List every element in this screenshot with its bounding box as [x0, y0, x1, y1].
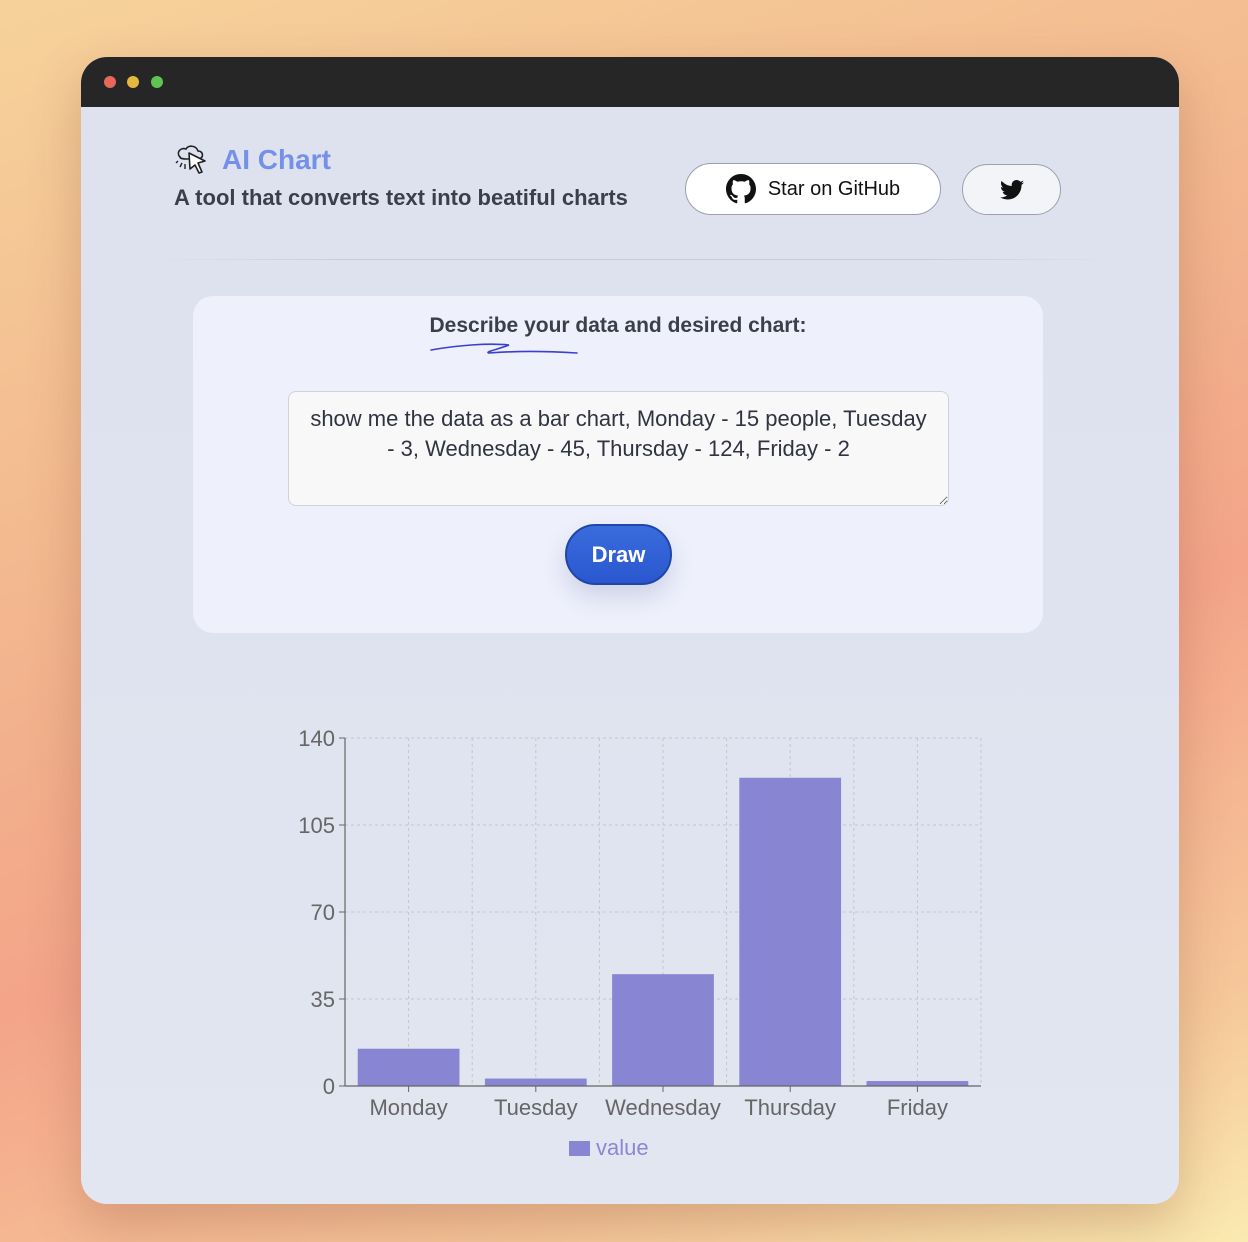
- chart-legend[interactable]: value: [569, 1135, 649, 1161]
- prompt-label: Describe your data and desired chart:: [429, 314, 807, 337]
- app-tagline: A tool that converts text into beatiful …: [174, 185, 628, 210]
- bar-friday: [866, 1081, 969, 1086]
- bar-chart: 0 35 70 105 140 Monday Tuesday Wednesday Thursda…: [298, 727, 982, 1120]
- squiggle-underline-icon: [430, 343, 578, 354]
- app-title: AI Chart: [222, 144, 331, 175]
- minimize-window-button[interactable]: [127, 76, 139, 88]
- twitter-icon: [999, 179, 1024, 199]
- y-tick-label: 0: [323, 1074, 335, 1099]
- x-tick-label: Wednesday: [605, 1095, 721, 1120]
- prompt-textarea[interactable]: show me the data as a bar chart, Monday …: [288, 391, 949, 506]
- y-tick-label: 35: [311, 987, 335, 1012]
- github-icon: [725, 174, 756, 204]
- legend-swatch: [569, 1140, 590, 1156]
- app-window: AI Chart A tool that converts text into …: [81, 57, 1179, 1204]
- x-tick-label: Thursday: [744, 1095, 836, 1120]
- maximize-window-button[interactable]: [151, 76, 163, 88]
- logo-icon: [175, 145, 206, 174]
- bar-tuesday: [484, 1078, 587, 1086]
- draw-button[interactable]: Draw: [565, 524, 672, 585]
- bar-thursday: [739, 777, 842, 1086]
- prompt-card: Describe your data and desired chart: sh…: [193, 296, 1043, 633]
- x-tick-label: Monday: [369, 1095, 447, 1120]
- legend-label: value: [596, 1135, 649, 1160]
- y-tick-label: 70: [311, 900, 335, 925]
- y-tick-label: 140: [298, 727, 335, 751]
- x-tick-label: Tuesday: [494, 1095, 578, 1120]
- window-titlebar: [81, 57, 1179, 107]
- y-tick-label: 105: [298, 813, 335, 838]
- x-tick-label: Friday: [887, 1095, 948, 1120]
- header-divider: [149, 259, 1119, 260]
- bar-wednesday: [612, 974, 714, 1086]
- close-window-button[interactable]: [104, 76, 116, 88]
- star-on-github-button[interactable]: Star on GitHub: [685, 163, 941, 215]
- twitter-button[interactable]: [962, 164, 1061, 215]
- github-button-label: Star on GitHub: [767, 177, 901, 200]
- bar-monday: [357, 1048, 460, 1086]
